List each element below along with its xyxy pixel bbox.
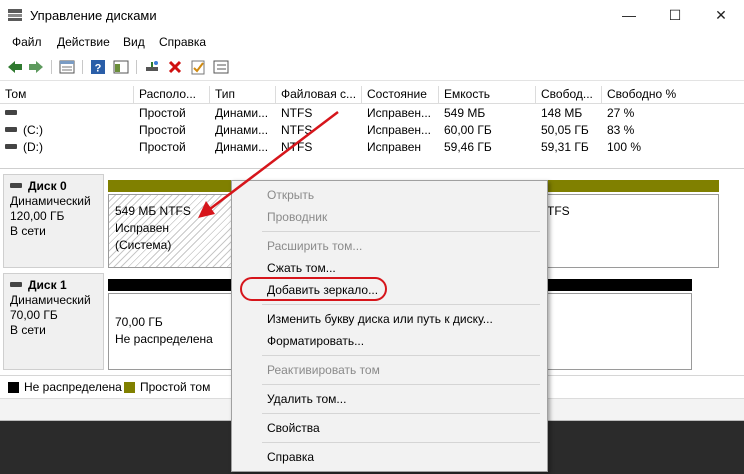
column-header-filesystem[interactable]: Файловая с... <box>276 86 362 103</box>
volume-name: (C:) <box>23 123 43 137</box>
volume-capacity: 549 МБ <box>444 106 486 120</box>
context-menu: Открыть Проводник Расширить том... Сжать… <box>231 180 548 472</box>
close-icon: ✕ <box>715 6 727 23</box>
properties-icon[interactable] <box>58 58 76 76</box>
menu-item-properties[interactable]: Свойства <box>267 421 320 435</box>
column-header-free-percent[interactable]: Свободно % <box>602 86 744 103</box>
disk-status: В сети <box>10 224 46 238</box>
column-header-type[interactable]: Тип <box>210 86 276 103</box>
volume-status: Исправен <box>367 140 422 154</box>
volume-filesystem: NTFS <box>281 140 313 154</box>
volume-layout: Простой <box>139 106 186 120</box>
partition-size-fs: TFS <box>547 204 570 218</box>
menu-bar: Файл Действие Вид Справка <box>0 32 744 52</box>
legend-unallocated: Не распределена <box>24 380 122 394</box>
disk-size: 120,00 ГБ <box>10 209 65 223</box>
volume-type: Динами... <box>215 123 269 137</box>
disk-0-label[interactable]: Диск 0 Динамический 120,00 ГБ В сети <box>3 174 104 268</box>
menu-item-extend-volume[interactable]: Расширить том... <box>267 239 362 253</box>
check-icon[interactable] <box>189 58 207 76</box>
menu-item-help[interactable]: Справка <box>267 450 314 464</box>
disk-size: 70,00 ГБ <box>10 308 58 322</box>
volume-name: (D:) <box>23 140 43 154</box>
volume-free-percent: 27 % <box>607 106 635 120</box>
volume-layout: Простой <box>139 123 186 137</box>
close-button[interactable]: ✕ <box>698 0 744 30</box>
column-header-free[interactable]: Свобод... <box>536 86 602 103</box>
menu-item-reactivate-volume[interactable]: Реактивировать том <box>267 363 380 377</box>
legend-simple-volume: Простой том <box>140 380 211 394</box>
menu-item-format[interactable]: Форматировать... <box>267 334 364 348</box>
menu-item-delete-volume[interactable]: Удалить том... <box>267 392 346 406</box>
disk-icon <box>10 183 22 189</box>
volume-status: Исправен... <box>367 123 432 137</box>
drive-icon <box>5 144 17 150</box>
column-header-layout[interactable]: Располо... <box>134 86 210 103</box>
list-icon[interactable] <box>212 58 230 76</box>
volume-type: Динами... <box>215 106 269 120</box>
highlight-circle-annotation <box>240 277 387 301</box>
menu-action[interactable]: Действие <box>57 35 110 49</box>
volume-row-d[interactable]: (D:) Простой Динами... NTFS Исправен 59,… <box>0 139 744 156</box>
volume-filesystem: NTFS <box>281 123 313 137</box>
volume-status: Исправен... <box>367 106 432 120</box>
forward-arrow-icon[interactable] <box>27 58 45 76</box>
menu-item-change-drive-letter[interactable]: Изменить букву диска или путь к диску... <box>267 312 493 326</box>
disk-status: В сети <box>10 323 46 337</box>
help-icon[interactable]: ? <box>89 58 107 76</box>
menu-item-open[interactable]: Открыть <box>267 188 314 202</box>
volume-capacity: 59,46 ГБ <box>444 140 492 154</box>
disk-type: Динамический <box>10 194 91 208</box>
menu-file[interactable]: Файл <box>12 35 42 49</box>
drive-icon <box>5 127 17 133</box>
volume-free: 50,05 ГБ <box>541 123 589 137</box>
column-header-capacity[interactable]: Емкость <box>439 86 536 103</box>
drive-icon <box>5 110 17 116</box>
volume-free-percent: 83 % <box>607 123 635 137</box>
volume-row-system[interactable]: Простой Динами... NTFS Исправен... 549 М… <box>0 105 744 122</box>
volume-filesystem: NTFS <box>281 106 313 120</box>
column-header-status[interactable]: Состояние <box>362 86 439 103</box>
volume-list-header: Том Располо... Тип Файловая с... Состоян… <box>0 86 744 104</box>
disk-1-label[interactable]: Диск 1 Динамический 70,00 ГБ В сети <box>3 273 104 370</box>
disk-name: Диск 0 <box>28 179 67 193</box>
maximize-button[interactable]: ☐ <box>652 0 698 30</box>
partition-size-fs: 549 МБ NTFS <box>115 204 191 218</box>
menu-item-explorer[interactable]: Проводник <box>267 210 327 224</box>
partition-system[interactable]: 549 МБ NTFS Исправен (Система) <box>108 194 234 268</box>
menu-help[interactable]: Справка <box>159 35 206 49</box>
svg-text:?: ? <box>95 63 102 75</box>
disk-management-app-icon <box>8 9 22 21</box>
volume-free: 59,31 ГБ <box>541 140 589 154</box>
legend-swatch-unallocated <box>8 382 19 393</box>
maximize-icon: ☐ <box>668 6 682 23</box>
connect-drive-icon[interactable] <box>143 58 161 76</box>
title-bar: Управление дисками — ☐ ✕ <box>0 0 744 30</box>
partition-status: Исправен (Система) <box>115 221 172 252</box>
column-header-volume[interactable]: Том <box>0 86 134 103</box>
window-title: Управление дисками <box>30 8 157 23</box>
volume-free-percent: 100 % <box>607 140 642 154</box>
volume-row-c[interactable]: (C:) Простой Динами... NTFS Исправен... … <box>0 122 744 139</box>
disk-icon <box>10 282 22 288</box>
volume-capacity: 60,00 ГБ <box>444 123 492 137</box>
disk-type: Динамический <box>10 293 91 307</box>
legend-swatch-simple <box>124 382 135 393</box>
menu-view[interactable]: Вид <box>123 35 145 49</box>
volume-layout: Простой <box>139 140 186 154</box>
volume-free: 148 МБ <box>541 106 583 120</box>
volume-type: Динами... <box>215 140 269 154</box>
toolbar: ? <box>0 54 744 81</box>
minimize-icon: — <box>622 7 636 23</box>
minimize-button[interactable]: — <box>606 0 652 30</box>
delete-icon[interactable] <box>166 58 184 76</box>
back-arrow-icon[interactable] <box>6 58 24 76</box>
disk-name: Диск 1 <box>28 278 67 292</box>
menu-item-shrink-volume[interactable]: Сжать том... <box>267 261 336 275</box>
console-tree-icon[interactable] <box>112 58 130 76</box>
